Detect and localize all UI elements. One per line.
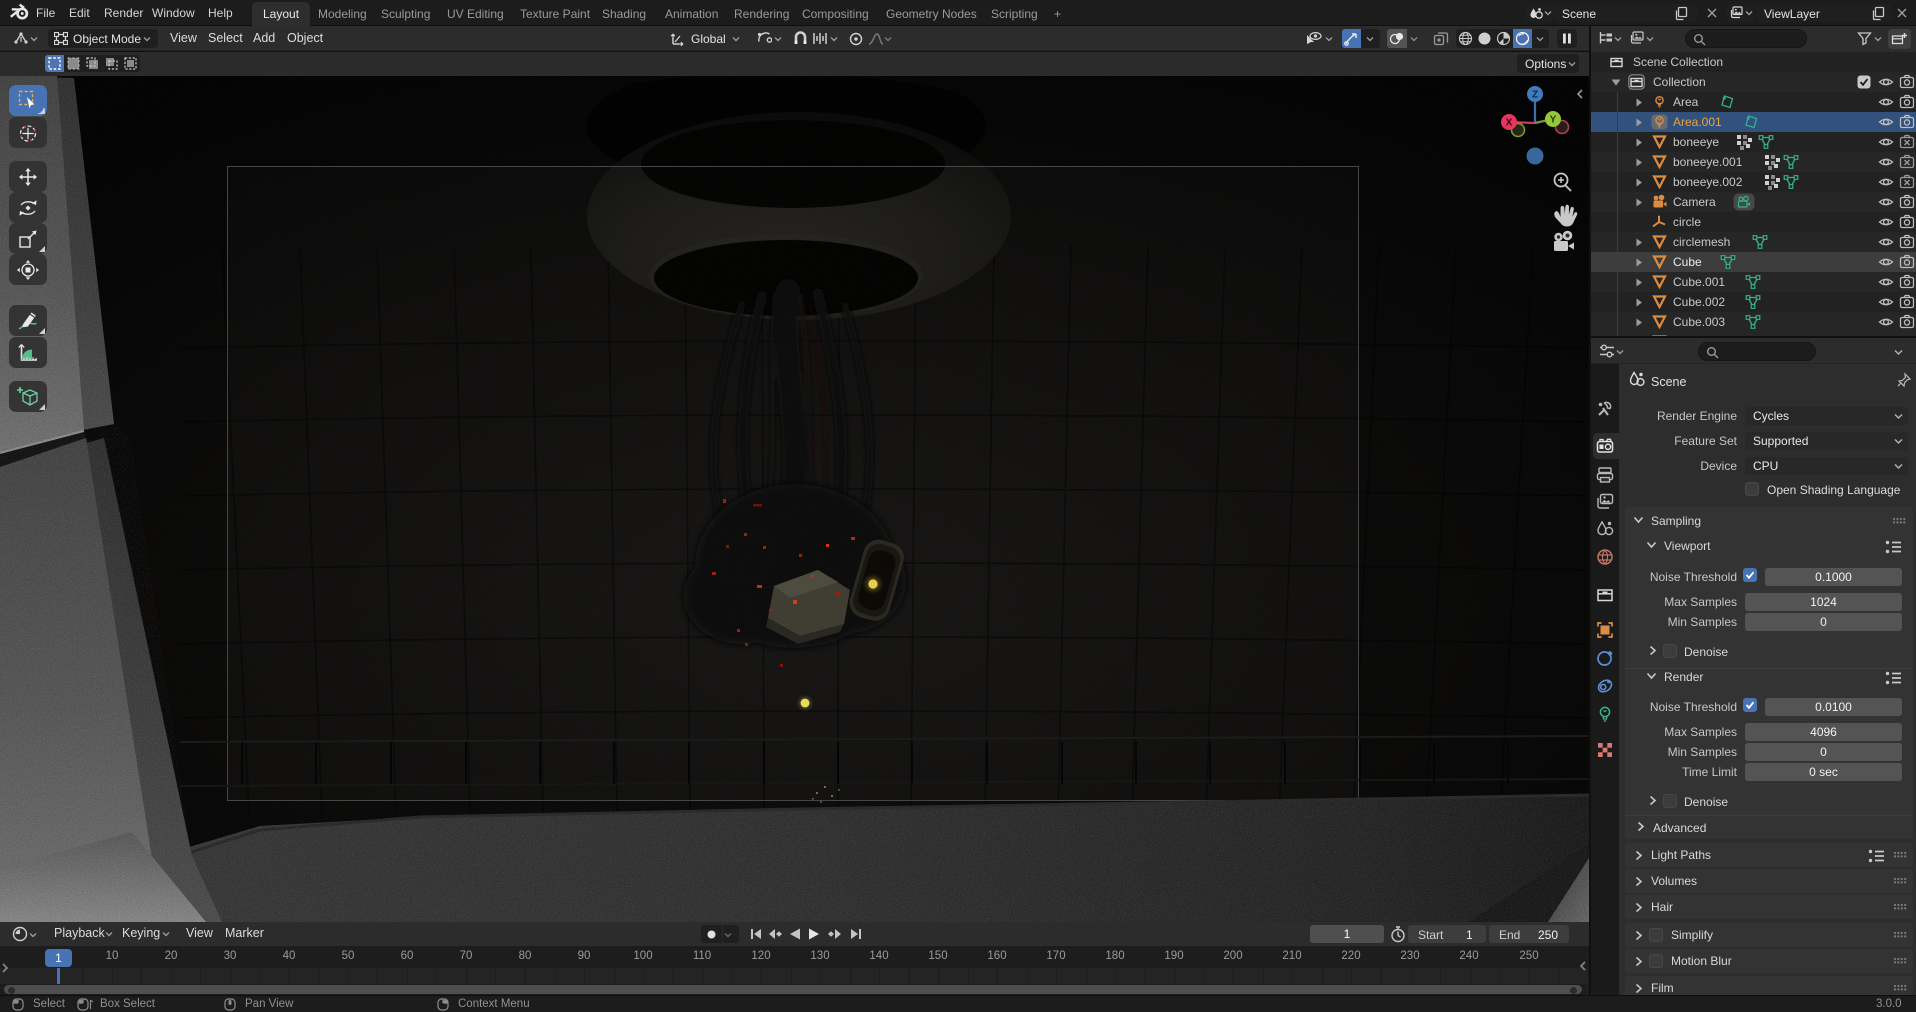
svg-text:X: X [1506, 118, 1513, 129]
svg-text:Z: Z [1532, 90, 1538, 101]
svg-text:Y: Y [1550, 115, 1557, 126]
